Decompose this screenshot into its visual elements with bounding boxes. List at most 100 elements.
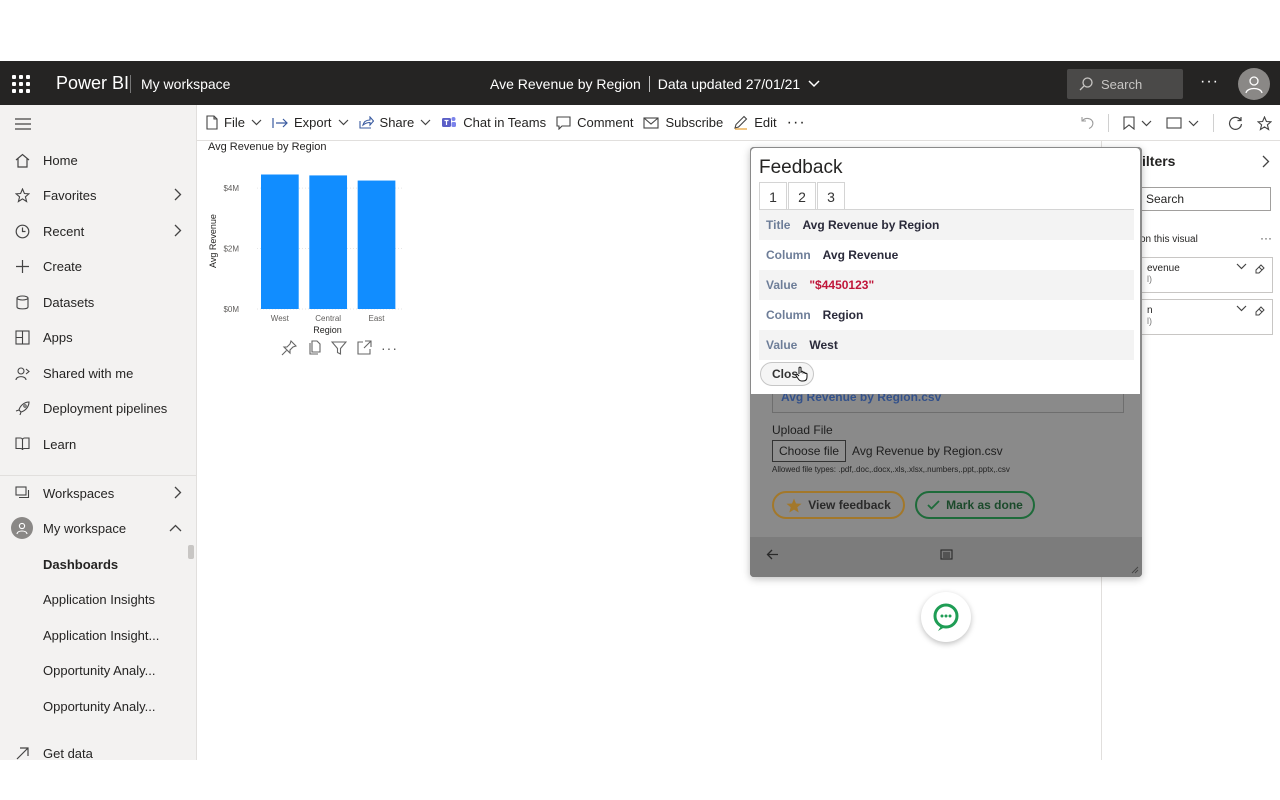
nav-label: Deployment pipelines (43, 400, 168, 416)
nav-sub-item[interactable]: Application Insight... (0, 617, 196, 653)
nav-sub-item[interactable]: Opportunity Analy... (0, 652, 196, 688)
report-title-area[interactable]: Ave Revenue by Region Data updated 27/01… (490, 76, 820, 92)
divider (1108, 114, 1109, 132)
search-placeholder: Search (1101, 76, 1143, 92)
nav-sub-item[interactable]: Application Insights (0, 581, 196, 617)
nav-create[interactable]: Create (0, 248, 196, 284)
workspace-breadcrumb[interactable]: My workspace (141, 76, 230, 92)
chevron-right-icon[interactable] (174, 224, 182, 237)
data-updated: Data updated 27/01/21 (657, 76, 801, 92)
eraser-icon[interactable] (1255, 263, 1266, 274)
chevron-down-icon[interactable] (1236, 263, 1247, 270)
more-options-icon[interactable]: ··· (381, 340, 398, 356)
feedback-tabs: 1 2 3 (759, 182, 846, 210)
feedback-tab-3[interactable]: 3 (817, 182, 845, 210)
nav-workspaces[interactable]: Workspaces (0, 475, 196, 511)
feedback-row-key: Value (766, 338, 798, 352)
divider (1213, 114, 1214, 132)
file-menu[interactable]: File (201, 105, 267, 141)
more-options-icon[interactable]: ··· (782, 105, 811, 141)
bar[interactable] (309, 175, 348, 309)
pin-icon[interactable] (281, 340, 297, 356)
nav-recent[interactable]: Recent (0, 213, 196, 249)
nav-label: Get data (43, 745, 93, 761)
nav-favorites[interactable]: Favorites (0, 177, 196, 213)
chevron-down-icon[interactable] (1188, 120, 1199, 127)
chevron-down-icon[interactable] (1236, 305, 1247, 312)
chat-widget-button[interactable] (921, 592, 971, 642)
arrow-left-icon[interactable] (766, 549, 779, 560)
feedback-tab-1[interactable]: 1 (759, 182, 787, 210)
nav-learn[interactable]: Learn (0, 426, 196, 462)
app-launcher-icon[interactable] (12, 75, 30, 93)
chat-in-teams-button[interactable]: Chat in Teams (436, 105, 551, 141)
nav-sub-item[interactable]: Opportunity Analy... (0, 688, 196, 724)
nav-deployment-pipelines[interactable]: Deployment pipelines (0, 390, 196, 426)
choose-file-button[interactable]: Choose file (772, 440, 847, 462)
undo-icon[interactable] (1080, 116, 1094, 130)
bar[interactable] (261, 174, 299, 309)
y-tick-label: $2M (223, 245, 239, 254)
mark-as-done-button[interactable]: Mark as done (915, 491, 1035, 519)
widget-footer (750, 537, 1142, 577)
search-box[interactable]: Search (1067, 69, 1183, 99)
chevron-up-icon[interactable] (169, 524, 182, 532)
subscribe-button[interactable]: Subscribe (638, 105, 728, 141)
more-options-icon[interactable]: ··· (1200, 73, 1219, 91)
nav-datasets[interactable]: Datasets (0, 284, 196, 320)
share-icon (358, 116, 374, 129)
hamburger-icon[interactable] (15, 118, 31, 130)
avatar[interactable] (1238, 68, 1270, 100)
star-icon (14, 187, 30, 203)
nav-shared-with-me[interactable]: Shared with me (0, 355, 196, 391)
nav-home[interactable]: Home (0, 142, 196, 178)
export-menu[interactable]: Export (267, 105, 354, 141)
view-icon[interactable] (1166, 117, 1182, 129)
focus-mode-icon[interactable] (356, 340, 372, 356)
top-bar: Power BI My workspace Ave Revenue by Reg… (0, 61, 1280, 105)
resize-handle-icon[interactable] (1131, 566, 1139, 574)
chart-title: Avg Revenue by Region (208, 141, 327, 153)
nav-get-data[interactable]: Get data (0, 735, 196, 760)
clock-icon (14, 223, 30, 239)
filter-card-sub: l) (1147, 274, 1152, 284)
filter-card-label: n (1147, 305, 1153, 316)
filter-card[interactable]: n l) (1140, 299, 1273, 335)
nav-sub-dashboards[interactable]: Dashboards (0, 546, 196, 582)
comment-button[interactable]: Comment (551, 105, 638, 141)
eraser-icon[interactable] (1255, 305, 1266, 316)
list-icon[interactable] (940, 549, 953, 560)
nav-label: Shared with me (43, 365, 134, 381)
bar-chart[interactable]: $0M $2M $4M West Central East Region Avg Revenu… (197, 163, 417, 341)
refresh-icon[interactable] (1228, 116, 1243, 131)
chevron-right-icon[interactable] (1262, 155, 1270, 168)
brand-name[interactable]: Power BI (56, 73, 129, 94)
edit-button[interactable]: Edit (728, 105, 781, 141)
nav-label: Recent (43, 223, 85, 239)
share-menu[interactable]: Share (354, 105, 437, 141)
view-feedback-button[interactable]: View feedback (772, 491, 905, 519)
more-options-icon[interactable]: ··· (1260, 231, 1272, 245)
scrollbar[interactable] (188, 545, 194, 559)
star-icon[interactable] (1257, 115, 1272, 131)
chevron-down-icon (808, 80, 820, 88)
filter-icon[interactable] (331, 340, 347, 356)
bar[interactable] (357, 180, 396, 309)
filter-card-label: evenue (1147, 263, 1180, 274)
chevron-down-icon[interactable] (1141, 120, 1152, 127)
chevron-right-icon[interactable] (174, 486, 182, 499)
filters-search-input[interactable]: Search (1140, 187, 1271, 211)
pencil-icon (734, 115, 748, 130)
bookmark-icon[interactable] (1123, 116, 1135, 130)
nav-my-workspace[interactable]: My workspace (0, 510, 196, 546)
feedback-tab-2[interactable]: 2 (788, 182, 816, 210)
file-icon (206, 115, 218, 130)
divider (130, 75, 131, 93)
search-icon (1079, 77, 1093, 91)
filter-card[interactable]: evenue l) (1140, 257, 1273, 293)
nav-label: Datasets (43, 294, 95, 310)
nav-apps[interactable]: Apps (0, 319, 196, 355)
file-upload-control: Choose file Avg Revenue by Region.csv (772, 440, 1003, 462)
copy-icon[interactable] (306, 340, 322, 356)
chevron-right-icon[interactable] (174, 188, 182, 201)
